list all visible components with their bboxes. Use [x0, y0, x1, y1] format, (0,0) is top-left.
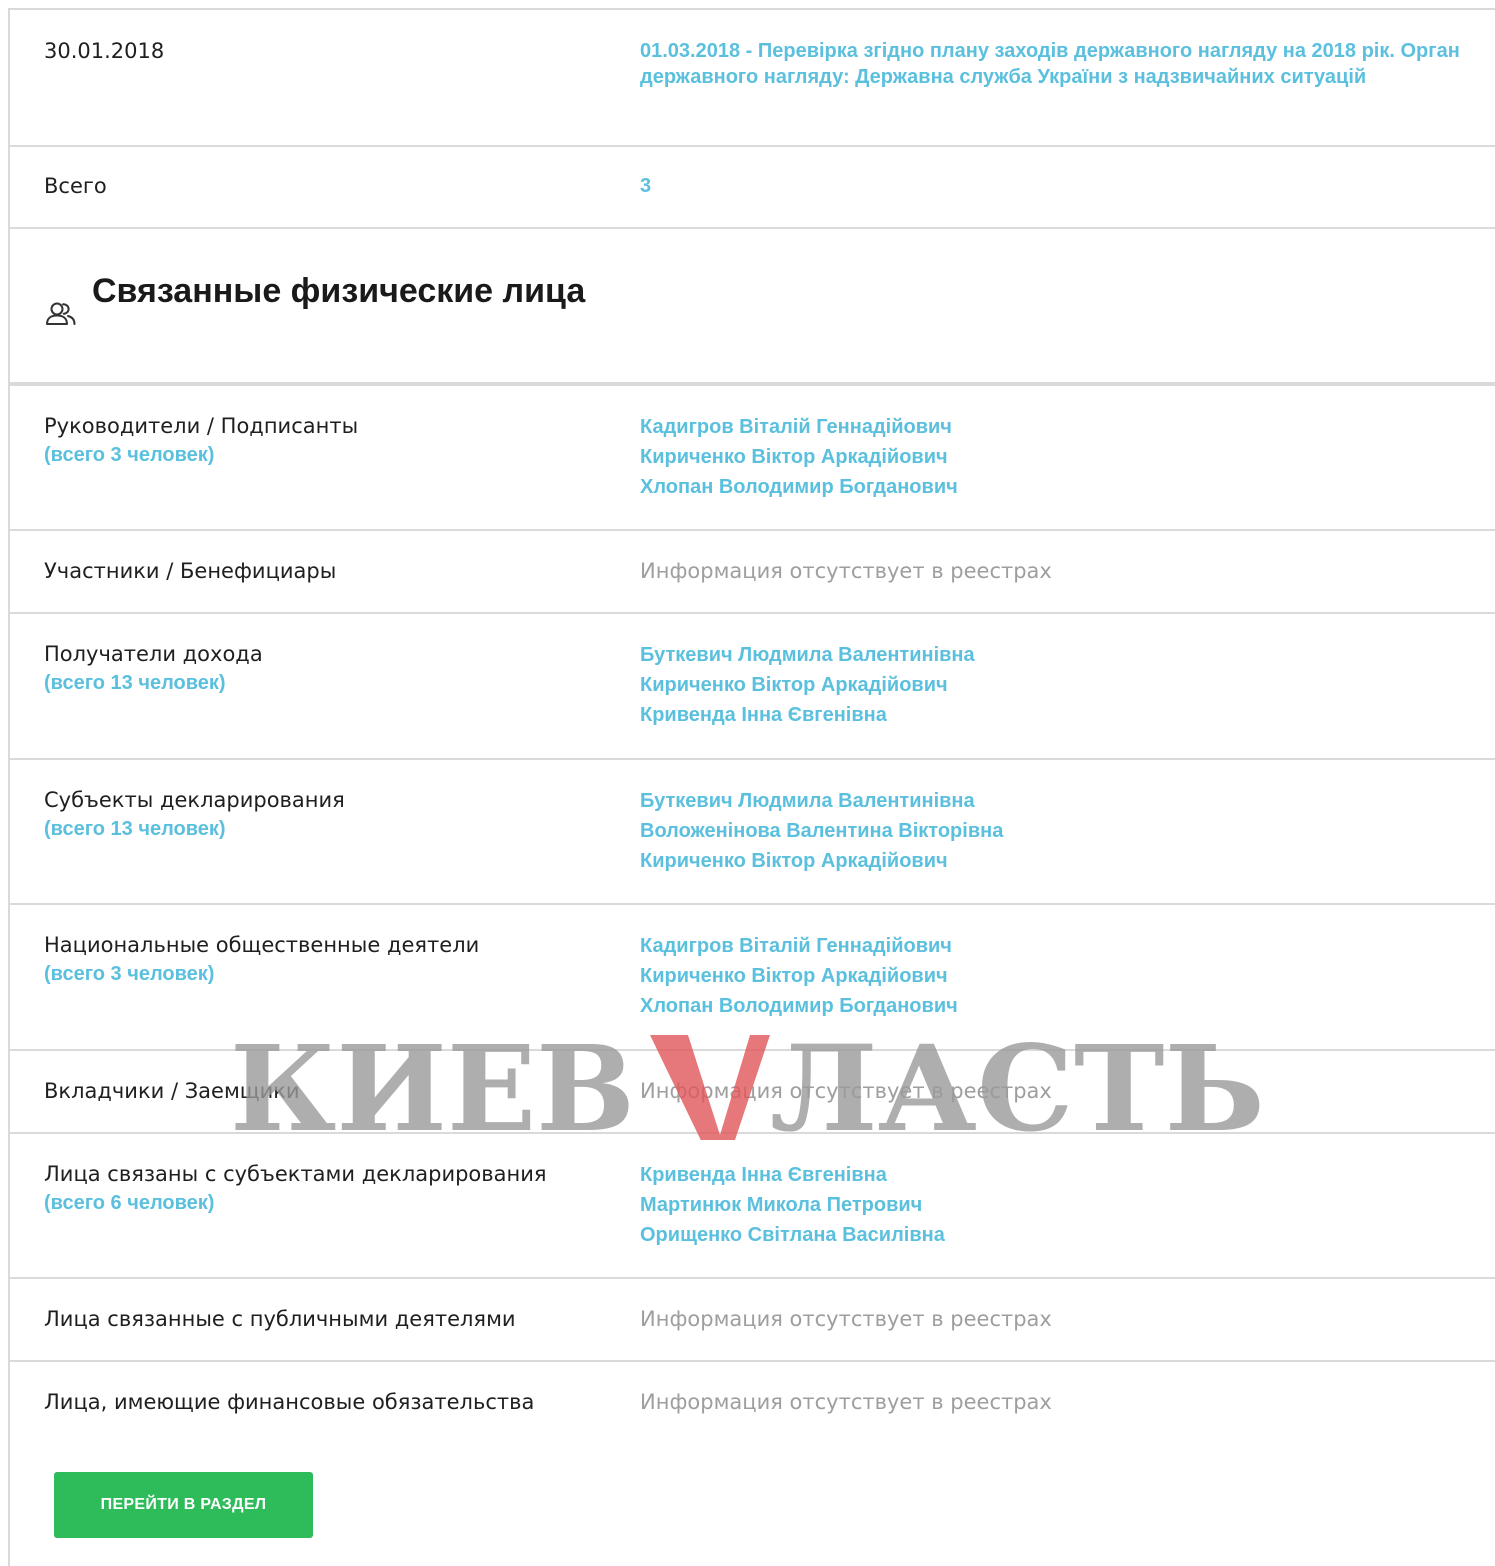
person-link[interactable]: Хлопан Володимир Богданович	[640, 991, 1465, 1021]
income-people: Буткевич Людмила Валентинівна Кириченко …	[640, 640, 1465, 730]
check-date: 30.01.2018	[44, 39, 165, 63]
person-link[interactable]: Воложенінова Валентина Вікторівна	[640, 816, 1465, 846]
person-link[interactable]: Орищенко Світлана Василівна	[640, 1220, 1465, 1250]
participants-label: Участники / Бенефициары	[44, 559, 337, 583]
related-public-row: Лица связанные с публичными деятелями Ин…	[10, 1279, 1495, 1362]
income-row: Получатели дохода (всего 13 человек) Бут…	[10, 614, 1495, 760]
managers-people: Кадигров Віталій Геннадійович Кириченко …	[640, 412, 1465, 502]
income-count-link[interactable]: (всего 13 человек)	[44, 669, 263, 697]
person-link[interactable]: Кривенда Інна Євгенівна	[640, 1160, 1465, 1190]
declarants-row: Субъекты декларирования (всего 13 челове…	[10, 760, 1495, 905]
person-link[interactable]: Кириченко Віктор Аркадійович	[640, 442, 1465, 472]
public-figures-label-text: Национальные общественные деятели	[44, 933, 480, 957]
total-value-link[interactable]: 3	[640, 171, 1465, 201]
public-figures-count-link[interactable]: (всего 3 человек)	[44, 960, 479, 988]
person-link[interactable]: Хлопан Володимир Богданович	[640, 472, 1465, 502]
section-header: Связанные физические лица	[10, 228, 1495, 386]
person-link[interactable]: Буткевич Людмила Валентинівна	[640, 786, 1465, 816]
declarants-label: Субъекты декларирования (всего 13 челове…	[44, 785, 345, 843]
person-link[interactable]: Кадигров Віталій Геннадійович	[640, 412, 1465, 442]
managers-label: Руководители / Подписанты (всего 3 челов…	[44, 411, 358, 469]
related-public-empty: Информация отсутствует в реестрах	[640, 1307, 1052, 1331]
total-label: Всего	[44, 174, 107, 198]
income-label-text: Получатели дохода	[44, 642, 263, 666]
public-figures-label: Национальные общественные деятели (всего…	[44, 930, 479, 988]
managers-count-link[interactable]: (всего 3 человек)	[44, 441, 358, 469]
managers-label-text: Руководители / Подписанты	[44, 414, 359, 438]
person-link[interactable]: Кириченко Віктор Аркадійович	[640, 670, 1465, 700]
declarants-count-link[interactable]: (всего 13 человек)	[44, 815, 345, 843]
person-link[interactable]: Кадигров Віталій Геннадійович	[640, 931, 1465, 961]
person-link[interactable]: Кириченко Віктор Аркадійович	[640, 846, 1465, 876]
person-link[interactable]: Мартинюк Микола Петрович	[640, 1190, 1465, 1220]
check-description-link[interactable]: 01.03.2018 - Перевірка згідно плану захо…	[640, 38, 1465, 90]
participants-row: Участники / Бенефициары Информация отсут…	[10, 531, 1495, 614]
related-declarants-count-link[interactable]: (всего 6 человек)	[44, 1189, 547, 1217]
declarants-label-text: Субъекты декларирования	[44, 788, 345, 812]
public-figures-people: Кадигров Віталій Геннадійович Кириченко …	[640, 931, 1465, 1021]
depositors-empty: Информация отсутствует в реестрах	[640, 1079, 1052, 1103]
check-row: 30.01.2018 01.03.2018 - Перевірка згідно…	[10, 10, 1495, 147]
related-declarants-label: Лица связаны с субъектами декларирования…	[44, 1159, 547, 1217]
declarants-people: Буткевич Людмила Валентинівна Воложеніно…	[640, 786, 1465, 876]
people-icon	[46, 302, 76, 325]
financial-empty: Информация отсутствует в реестрах	[640, 1390, 1052, 1414]
public-figures-row: Национальные общественные деятели (всего…	[10, 905, 1495, 1051]
related-declarants-people: Кривенда Інна Євгенівна Мартинюк Микола …	[640, 1160, 1465, 1250]
managers-row: Руководители / Подписанты (всего 3 челов…	[10, 386, 1495, 531]
depositors-row: Вкладчики / Заемщики Информация отсутств…	[10, 1051, 1495, 1134]
related-public-label: Лица связанные с публичными деятелями	[44, 1307, 516, 1331]
person-link[interactable]: Буткевич Людмила Валентинівна	[640, 640, 1465, 670]
person-link[interactable]: Кривенда Інна Євгенівна	[640, 700, 1465, 730]
participants-empty: Информация отсутствует в реестрах	[640, 559, 1052, 583]
person-link[interactable]: Кириченко Віктор Аркадійович	[640, 961, 1465, 991]
related-declarants-row: Лица связаны с субъектами декларирования…	[10, 1134, 1495, 1279]
total-row: Всего 3	[10, 147, 1495, 229]
depositors-label: Вкладчики / Заемщики	[44, 1079, 300, 1103]
related-declarants-label-text: Лица связаны с субъектами декларирования	[44, 1162, 547, 1186]
section-title: Связанные физические лица	[92, 272, 586, 310]
income-label: Получатели дохода (всего 13 человек)	[44, 639, 263, 697]
financial-row: Лица, имеющие финансовые обязательства И…	[10, 1362, 1495, 1446]
financial-label: Лица, имеющие финансовые обязательства	[44, 1390, 535, 1414]
go-to-section-button[interactable]: ПЕРЕЙТИ В РАЗДЕЛ	[54, 1472, 313, 1538]
